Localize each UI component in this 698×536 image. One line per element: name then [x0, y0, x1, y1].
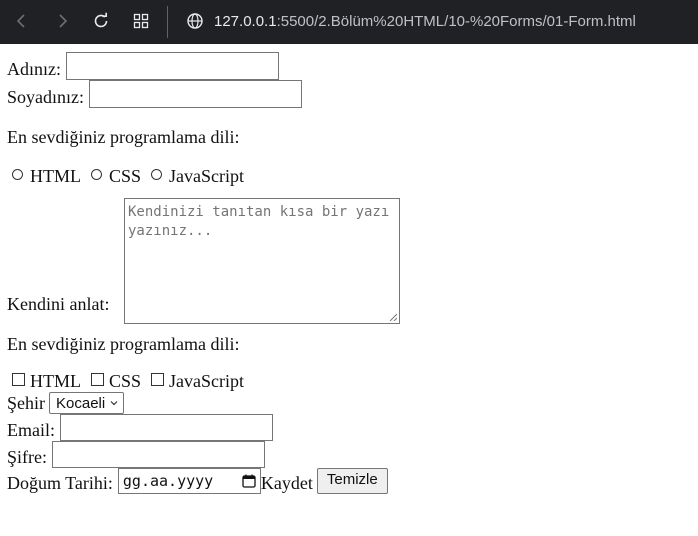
reload-button[interactable]: [88, 9, 114, 33]
submit-button[interactable]: Kaydet: [261, 472, 313, 494]
password-row: Şifre:: [7, 441, 698, 468]
apps-button[interactable]: [128, 9, 154, 33]
arrow-right-icon: [59, 14, 68, 28]
checkbox-html[interactable]: [12, 372, 25, 386]
checkbox-javascript[interactable]: [151, 372, 165, 386]
radio-html[interactable]: [12, 169, 23, 180]
language-question-checkbox: En sevdiğiniz programlama dili:: [7, 334, 240, 354]
chevron-down-icon: [110, 401, 118, 406]
email-input[interactable]: [60, 414, 273, 441]
arrow-left-icon: [16, 14, 25, 28]
surname-label: Soyadınız:: [7, 87, 84, 107]
name-row: Adınız:: [7, 52, 698, 80]
language-question-radio: En sevdiğiniz programlama dili:: [7, 127, 240, 147]
reload-icon: [94, 12, 108, 28]
surname-row: Soyadınız:: [7, 80, 698, 108]
reset-button[interactable]: Temizle: [316, 468, 388, 494]
resize-grip-icon[interactable]: [389, 313, 397, 321]
password-label: Şifre:: [7, 447, 47, 467]
calendar-icon[interactable]: [242, 474, 256, 488]
radio-label-javascript: JavaScript: [169, 166, 245, 186]
browser-toolbar: 127.0.0.1:5500/2.Bölüm%20HTML/10-%20Form…: [0, 0, 698, 44]
globe-icon: [187, 13, 203, 29]
city-row: Şehir Kocaeli: [7, 392, 698, 414]
email-label: Email:: [7, 420, 55, 440]
birthdate-label: Doğum Tarihi:: [7, 473, 113, 493]
url-path: :5500/2.Bölüm%20HTML/10-%20Forms/01-Form…: [276, 12, 636, 30]
radio-label-html: HTML: [30, 166, 81, 186]
birthdate-placeholder: gg.aa.yyyy: [122, 471, 214, 490]
radio-group: HTML CSS JavaScript: [7, 165, 249, 187]
birthdate-row: Doğum Tarihi: gg.aa.yyyy Kaydet Temizle: [7, 468, 698, 494]
about-textarea[interactable]: Kendinizi tanıtan kısa bir yazı yazınız.…: [124, 198, 400, 324]
checkbox-group: HTML CSS JavaScript: [7, 370, 698, 392]
surname-input[interactable]: [89, 80, 302, 108]
name-label: Adınız:: [7, 59, 61, 79]
form-page: Adınız: Soyadınız: En sevdiğiniz program…: [0, 44, 698, 494]
grid-icon: [133, 13, 149, 29]
checkbox-label-css: CSS: [109, 371, 142, 391]
radio-css[interactable]: [91, 169, 102, 180]
city-label: Şehir: [7, 393, 45, 413]
radio-javascript[interactable]: [151, 169, 163, 180]
about-placeholder: Kendinizi tanıtan kısa bir yazı yazınız.…: [128, 204, 390, 239]
address-bar[interactable]: 127.0.0.1:5500/2.Bölüm%20HTML/10-%20Form…: [186, 9, 636, 33]
city-select-value: Kocaeli: [56, 394, 106, 412]
password-input[interactable]: [52, 441, 265, 468]
birthdate-input[interactable]: gg.aa.yyyy: [117, 468, 261, 494]
forward-button[interactable]: [49, 9, 75, 33]
url-host: 127.0.0.1: [214, 12, 277, 30]
toolbar-divider: [167, 6, 168, 38]
back-button[interactable]: [9, 9, 35, 33]
checkbox-css[interactable]: [91, 372, 104, 386]
url-text: 127.0.0.1:5500/2.Bölüm%20HTML/10-%20Form…: [214, 13, 636, 30]
city-select[interactable]: Kocaeli: [49, 392, 125, 414]
radio-label-css: CSS: [109, 166, 142, 186]
email-row: Email:: [7, 414, 698, 441]
name-input[interactable]: [66, 52, 279, 80]
checkbox-label-javascript: JavaScript: [169, 371, 245, 391]
checkbox-label-html: HTML: [30, 371, 81, 391]
